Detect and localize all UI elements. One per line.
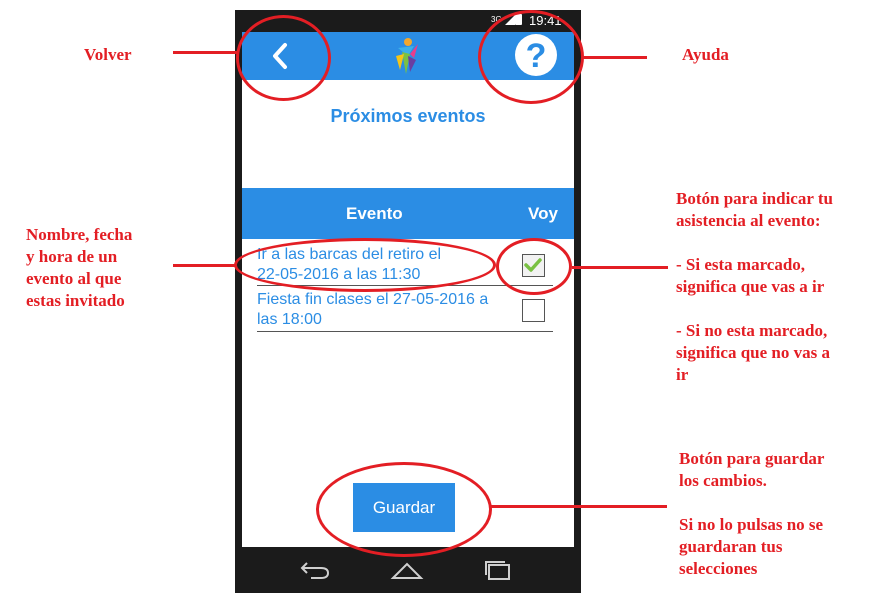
checkbox-highlight-ring bbox=[496, 238, 572, 295]
annotation-ayuda: Ayuda bbox=[682, 45, 729, 64]
annotation-event-desc: Nombre, fecha y hora de un evento al que… bbox=[26, 225, 133, 310]
header-evento: Evento bbox=[346, 204, 403, 223]
nav-recents-icon[interactable] bbox=[483, 559, 513, 581]
event-highlight-ring bbox=[234, 238, 496, 292]
help-highlight-ring bbox=[478, 10, 584, 104]
row-divider bbox=[257, 331, 553, 332]
checkbox-connector bbox=[572, 266, 668, 269]
annotation-save-desc: Botón para guardar los cambios. Si no lo… bbox=[679, 449, 825, 578]
back-highlight-ring bbox=[236, 15, 331, 101]
page-title: Próximos eventos bbox=[330, 106, 486, 126]
save-highlight-ring bbox=[316, 462, 492, 557]
event-text: Fiesta fin clases el 27-05-2016 a las 18… bbox=[257, 290, 497, 330]
annotation-checkbox-desc: Botón para indicar tu asistencia al even… bbox=[676, 189, 833, 384]
event-row: Fiesta fin clases el 27-05-2016 a las 18… bbox=[257, 290, 553, 332]
nav-back-icon[interactable] bbox=[299, 559, 331, 581]
app-logo-icon bbox=[384, 34, 430, 78]
event-text-line1: Fiesta fin clases el 27-05-2016 a bbox=[257, 291, 489, 308]
header-voy: Voy bbox=[528, 204, 558, 223]
attend-checkbox[interactable] bbox=[522, 299, 545, 322]
event-connector bbox=[173, 264, 235, 267]
annotation-volver: Volver bbox=[84, 45, 132, 64]
event-text-line2: las 18:00 bbox=[257, 311, 322, 328]
save-connector bbox=[491, 505, 667, 508]
nav-home-icon[interactable] bbox=[390, 559, 424, 581]
ayuda-connector bbox=[583, 56, 647, 59]
volver-connector bbox=[173, 51, 238, 54]
table-header: Evento Voy bbox=[242, 188, 574, 239]
